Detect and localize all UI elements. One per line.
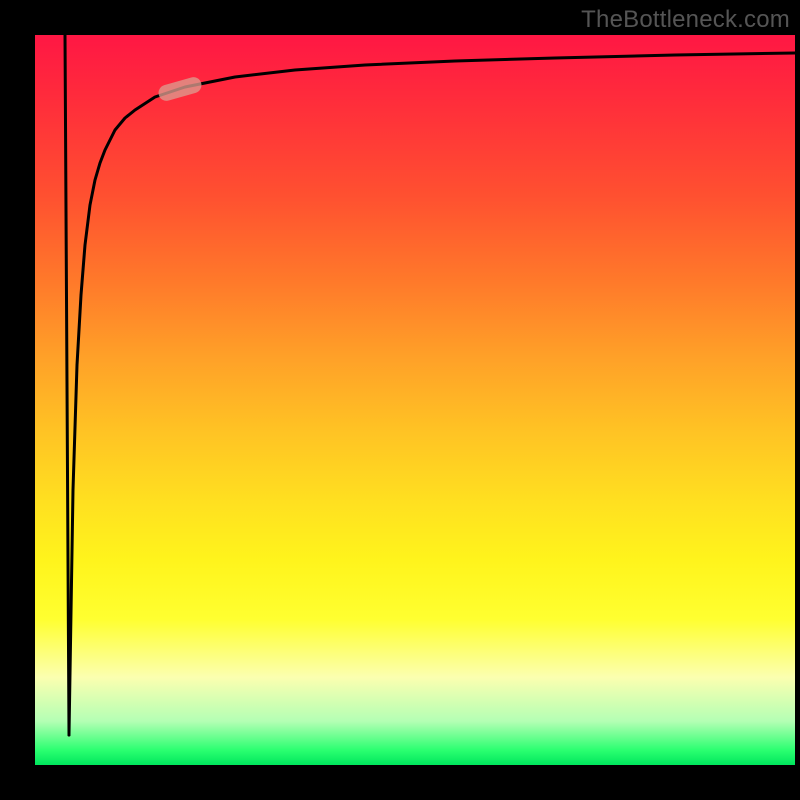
attribution-watermark: TheBottleneck.com bbox=[581, 6, 790, 34]
curve-down-stroke bbox=[65, 35, 69, 735]
curve-marker-pill bbox=[157, 75, 204, 103]
chart-frame: TheBottleneck.com bbox=[0, 0, 800, 800]
curve-layer bbox=[35, 35, 795, 765]
curve-up-stroke bbox=[69, 53, 795, 735]
plot-gradient-background bbox=[35, 35, 795, 765]
